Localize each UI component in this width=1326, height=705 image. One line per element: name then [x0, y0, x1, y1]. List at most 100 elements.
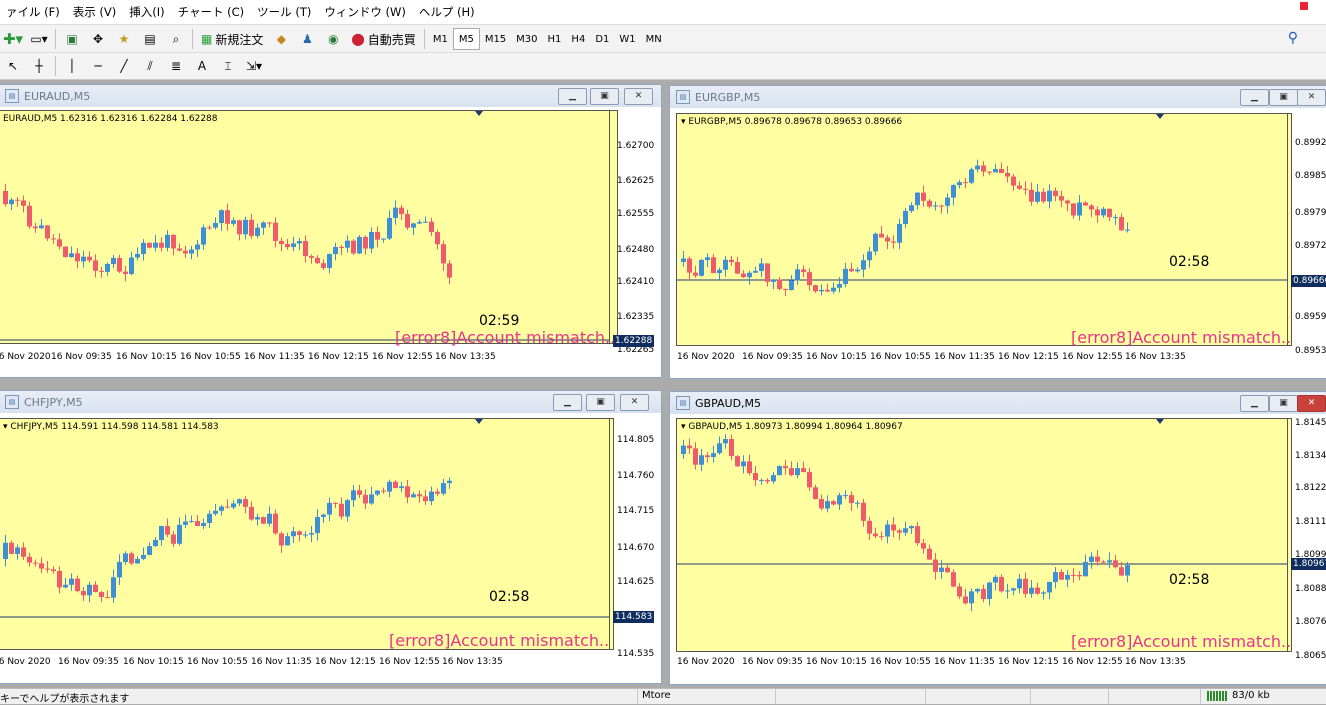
price-axis-line: [609, 111, 610, 343]
window-titlebar[interactable]: ▤ CHFJPY,M5 ▁ ▣ ✕: [0, 391, 661, 413]
menu-help[interactable]: ヘルプ (H): [413, 4, 482, 20]
tf-m15[interactable]: M15: [480, 29, 511, 49]
maximize-button[interactable]: ▣: [586, 394, 615, 411]
crosshair-icon[interactable]: ┼: [28, 55, 50, 77]
minimize-button[interactable]: ▁: [558, 88, 587, 105]
menu-tools[interactable]: ツール (T): [251, 4, 318, 20]
market-icon[interactable]: ◉: [322, 28, 344, 50]
chart-area[interactable]: ▾ GBPAUD,M5 1.80973 1.80994 1.80964 1.80…: [676, 418, 1326, 667]
candle-body: [795, 468, 800, 476]
candle-body: [1107, 560, 1112, 563]
candle-body: [789, 468, 794, 476]
tf-h1[interactable]: H1: [543, 29, 567, 49]
chart-area[interactable]: ▾ CHFJPY,M5 114.591 114.598 114.581 114.…: [0, 418, 655, 667]
candle-body: [825, 501, 830, 509]
chart-area[interactable]: ▾ EURGBP,M5 0.89678 0.89678 0.89653 0.89…: [676, 113, 1326, 362]
close-button[interactable]: ✕: [620, 394, 649, 411]
search-icon[interactable]: ⚲: [1288, 30, 1298, 46]
candle-body: [309, 533, 314, 535]
price-tick-label: 114.670: [617, 543, 655, 553]
cursor-icon[interactable]: ↖: [2, 55, 24, 77]
candle-body: [753, 473, 758, 481]
new-order-button[interactable]: ▦ 新規注文: [198, 28, 266, 50]
candle-body: [333, 502, 338, 504]
candle-body: [759, 263, 764, 271]
time-tick-label: 16 Nov 10:15: [123, 657, 184, 667]
candle-body: [327, 254, 332, 268]
profiles-icon[interactable]: ▭▾: [28, 28, 50, 50]
menu-insert[interactable]: 挿入(I): [123, 4, 171, 20]
candle-body: [321, 263, 326, 268]
tf-w1[interactable]: W1: [614, 29, 640, 49]
tf-d1[interactable]: D1: [590, 29, 614, 49]
candle-body: [309, 256, 314, 258]
navigator-icon[interactable]: ★: [113, 28, 135, 50]
market-watch-icon[interactable]: ▣: [61, 28, 83, 50]
minimize-button[interactable]: ▁: [1240, 89, 1269, 106]
candle-body: [807, 472, 812, 488]
maximize-button[interactable]: ▣: [1269, 395, 1298, 412]
horizontal-line-icon[interactable]: ─: [87, 55, 109, 77]
text-label-icon[interactable]: ⌶: [217, 55, 239, 77]
trendline-icon[interactable]: ╱: [113, 55, 135, 77]
arrows-icon[interactable]: ⇲▾: [243, 55, 265, 77]
metaeditor-icon[interactable]: ◆: [270, 28, 292, 50]
fibonacci-icon[interactable]: ≣: [165, 55, 187, 77]
time-tick-label: 16 Nov 12:55: [379, 657, 440, 667]
window-titlebar[interactable]: ▤ GBPAUD,M5 ▁ ▣ ✕: [670, 392, 1326, 414]
equidistant-channel-icon[interactable]: ⫽: [139, 55, 161, 77]
chart-area[interactable]: EURAUD,M5 1.62316 1.62316 1.62284 1.6228…: [0, 110, 655, 362]
tf-m1[interactable]: M1: [428, 29, 453, 49]
candle-body: [843, 268, 848, 285]
maximize-button[interactable]: ▣: [590, 88, 619, 105]
candle-body: [75, 253, 80, 262]
auto-trading-button[interactable]: ⬤ 自動売買: [348, 28, 418, 50]
menu-window[interactable]: ウィンドウ (W): [318, 4, 413, 20]
candle-body: [195, 521, 200, 527]
candle-body: [711, 453, 716, 458]
candle-body: [285, 536, 290, 546]
candle-body: [261, 222, 266, 228]
maximize-button[interactable]: ▣: [1269, 89, 1298, 106]
new-chart-icon[interactable]: ✚▾: [2, 28, 24, 50]
tf-mn[interactable]: MN: [641, 29, 667, 49]
close-button[interactable]: ✕: [624, 88, 653, 105]
terminal-icon[interactable]: ▤: [139, 28, 161, 50]
tf-h4[interactable]: H4: [566, 29, 590, 49]
candle-body: [111, 577, 116, 598]
candle-body: [1077, 574, 1082, 577]
window-titlebar[interactable]: ▤ EURAUD,M5 ▁ ▣ ✕: [0, 85, 661, 107]
vertical-line-icon[interactable]: │: [61, 55, 83, 77]
strategy-tester-icon[interactable]: ⌕: [165, 28, 187, 50]
close-button[interactable]: ✕: [1297, 395, 1326, 412]
text-tool[interactable]: A: [191, 55, 213, 77]
menu-file[interactable]: ァイル (F): [0, 4, 67, 20]
minimize-button[interactable]: ▁: [553, 394, 582, 411]
tf-m5[interactable]: M5: [452, 28, 480, 50]
candle-body: [63, 584, 68, 588]
connection-bars-icon: [1207, 691, 1227, 701]
candle-body: [765, 479, 770, 482]
candle-body: [273, 513, 278, 534]
candle-body: [99, 592, 104, 598]
menu-view[interactable]: 表示 (V): [67, 4, 124, 20]
candle-body: [381, 490, 386, 492]
window-titlebar[interactable]: ▤ EURGBP,M5 ▁ ▣ ✕: [670, 86, 1326, 108]
candle-body: [687, 258, 692, 273]
candle-body: [51, 238, 56, 240]
data-window-icon[interactable]: ✥: [87, 28, 109, 50]
window-close-icon[interactable]: [1300, 2, 1308, 10]
candle-timer: 02:58: [489, 589, 530, 605]
signals-icon[interactable]: ♟: [296, 28, 318, 50]
minimize-button[interactable]: ▁: [1240, 395, 1269, 412]
menu-chart[interactable]: チャート (C): [172, 4, 252, 20]
candle-body: [885, 524, 890, 537]
close-button[interactable]: ✕: [1297, 89, 1326, 106]
tf-m30[interactable]: M30: [511, 29, 542, 49]
candle-body: [339, 503, 344, 517]
candle-body: [945, 567, 950, 573]
time-tick-label: 16 Nov 11:35: [244, 352, 305, 362]
time-tick-label: 16 Nov 09:35: [51, 352, 112, 362]
price-tick-label: 114.715: [617, 506, 655, 516]
candle-body: [771, 279, 776, 282]
